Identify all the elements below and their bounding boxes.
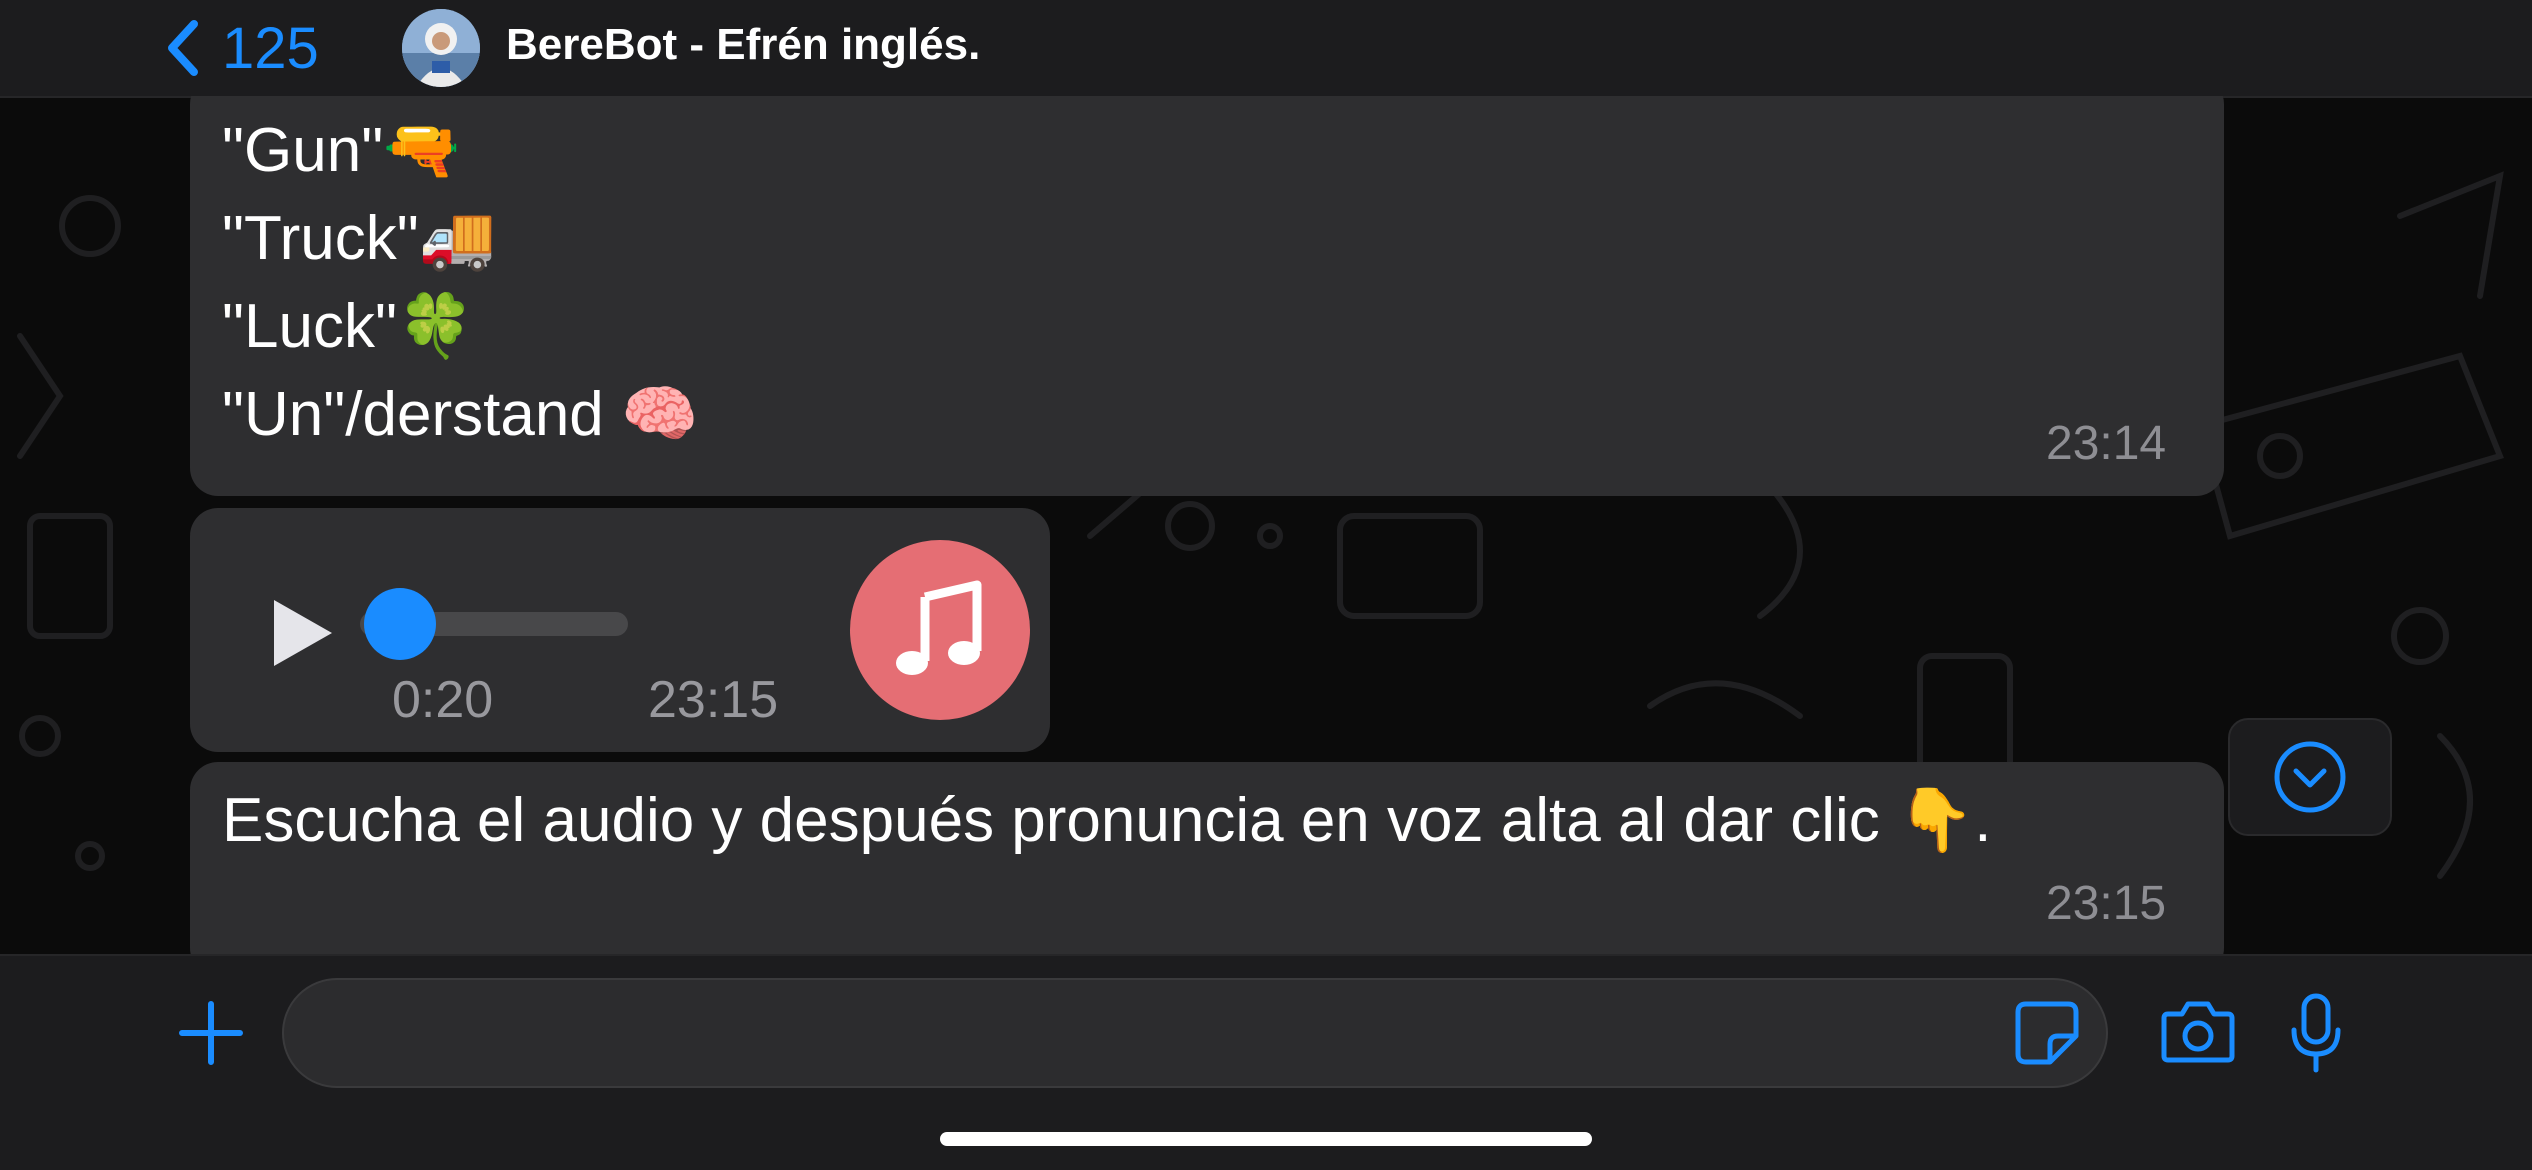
message-input-bar bbox=[0, 954, 2532, 1170]
brain-emoji: 🧠 bbox=[621, 377, 699, 450]
audio-avatar bbox=[850, 540, 1030, 720]
audio-message[interactable]: 0:20 23:15 bbox=[190, 508, 1050, 752]
avatar-image bbox=[402, 9, 480, 87]
truck-emoji: 🚚 bbox=[418, 201, 496, 274]
message-vocab[interactable]: "Gun"🔫 "Truck"🚚 "Luck"🍀 "Un"/derstand 🧠 … bbox=[190, 96, 2224, 496]
avatar[interactable] bbox=[402, 9, 480, 87]
vocab-line: "Luck"🍀 bbox=[222, 282, 698, 370]
vocab-word: "Luck" bbox=[222, 292, 397, 361]
camera-icon[interactable] bbox=[2160, 996, 2236, 1066]
audio-scrubber[interactable] bbox=[364, 588, 436, 660]
scroll-to-bottom-button[interactable] bbox=[2228, 718, 2392, 836]
vocab-line: "Gun"🔫 bbox=[222, 106, 698, 194]
message-timestamp: 23:15 bbox=[2046, 877, 2167, 930]
contact-name[interactable]: BereBot - Efrén inglés. bbox=[506, 20, 980, 70]
sticker-icon[interactable] bbox=[2014, 1000, 2080, 1066]
message-input[interactable] bbox=[324, 980, 1988, 1088]
back-button[interactable]: 125 bbox=[160, 10, 319, 86]
message-timestamp: 23:15 bbox=[648, 671, 779, 729]
message-instruction[interactable]: Escucha el audio y después pronuncia en … bbox=[190, 762, 2224, 954]
message-text: Escucha el audio y después pronuncia en … bbox=[222, 776, 1991, 864]
message-text: "Gun"🔫 "Truck"🚚 "Luck"🍀 "Un"/derstand 🧠 bbox=[222, 106, 698, 458]
chevron-down-circle-icon bbox=[2274, 741, 2346, 813]
vocab-word: "Gun" bbox=[222, 116, 384, 185]
chat-area[interactable]: "Gun"🔫 "Truck"🚚 "Luck"🍀 "Un"/derstand 🧠 … bbox=[0, 96, 2532, 954]
instruction-suffix: . bbox=[1974, 786, 1992, 855]
instruction-line: Escucha el audio y después pronuncia en … bbox=[222, 776, 1991, 864]
chevron-left-icon bbox=[168, 20, 198, 76]
plus-icon[interactable] bbox=[176, 998, 246, 1068]
vocab-word: "Un"/derstand bbox=[222, 380, 622, 449]
microphone-icon[interactable] bbox=[2286, 992, 2346, 1074]
music-note-icon bbox=[896, 580, 982, 675]
vocab-line: "Truck"🚚 bbox=[222, 194, 698, 282]
water-pistol-emoji: 🔫 bbox=[383, 113, 461, 186]
pointing-down-emoji: 👇 bbox=[1897, 783, 1975, 856]
home-indicator bbox=[940, 1132, 1592, 1146]
message-field[interactable] bbox=[282, 978, 2108, 1088]
chat-header: 125 BereBot - Efrén inglés. bbox=[0, 0, 2532, 98]
play-icon[interactable] bbox=[268, 594, 338, 672]
clover-emoji: 🍀 bbox=[396, 289, 475, 362]
message-timestamp: 23:14 bbox=[2046, 417, 2167, 470]
vocab-line: "Un"/derstand 🧠 bbox=[222, 370, 698, 458]
instruction-text: Escucha el audio y después pronuncia en … bbox=[222, 786, 1897, 855]
audio-duration: 0:20 bbox=[392, 671, 494, 729]
unread-count: 125 bbox=[222, 15, 319, 81]
vocab-word: "Truck" bbox=[222, 204, 419, 273]
